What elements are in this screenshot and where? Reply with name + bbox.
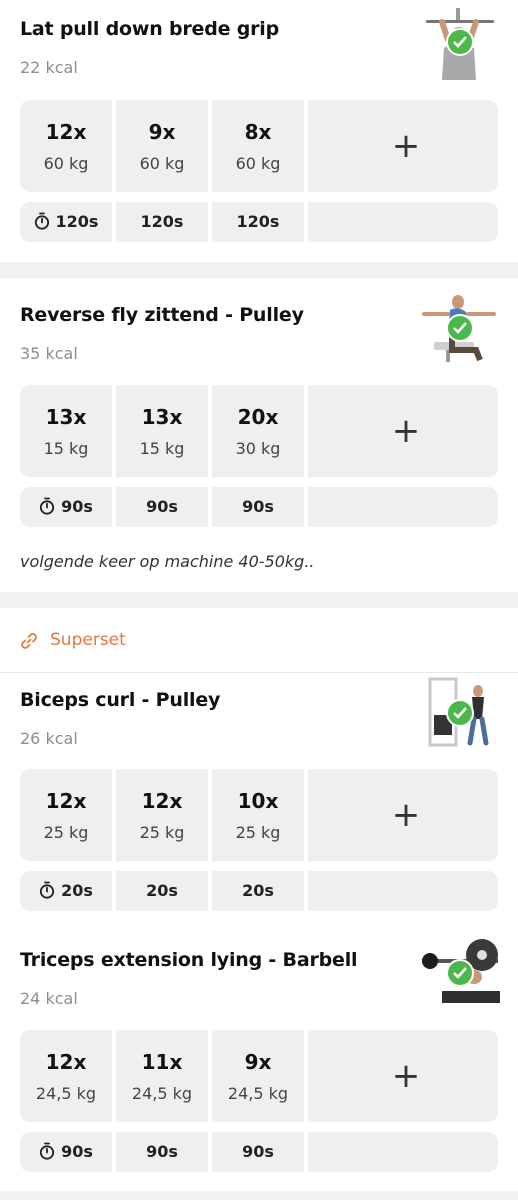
- sets-row: 13x 15 kg 13x 15 kg 20x 30 kg +: [20, 385, 498, 477]
- exercise-note[interactable]: volgende keer op machine 40-50kg..: [20, 552, 315, 571]
- exercise-kcal: 26 kcal: [20, 729, 78, 748]
- set-weight: 60 kg: [235, 154, 281, 173]
- set-cell[interactable]: 9x 24,5 kg: [212, 1030, 304, 1122]
- rest-time: 120s: [236, 212, 280, 231]
- rest-row: 120s 120s 120s: [20, 202, 498, 242]
- set-cell[interactable]: 20x 30 kg: [212, 385, 304, 477]
- exercise-title[interactable]: Reverse fly zittend - Pulley: [20, 304, 304, 326]
- set-weight: 15 kg: [43, 439, 89, 458]
- set-weight: 60 kg: [43, 154, 89, 173]
- set-reps: 20x: [237, 405, 279, 429]
- set-weight: 30 kg: [235, 439, 281, 458]
- rest-cell[interactable]: 20s: [212, 871, 304, 911]
- completed-check-icon: [446, 699, 474, 727]
- exercise-card: Lat pull down brede grip 22 kcal 12x 60 …: [0, 0, 518, 262]
- exercise-title[interactable]: Triceps extension lying - Barbell: [20, 949, 358, 971]
- rest-cell[interactable]: 20s: [116, 871, 208, 911]
- set-cell[interactable]: 12x 60 kg: [20, 100, 112, 192]
- set-weight: 24,5 kg: [131, 1084, 193, 1103]
- set-cell[interactable]: 12x 24,5 kg: [20, 1030, 112, 1122]
- set-cell[interactable]: 8x 60 kg: [212, 100, 304, 192]
- exercise-card: Reverse fly zittend - Pulley 35 kcal 13x…: [0, 278, 518, 592]
- rest-cell[interactable]: 120s: [20, 202, 112, 242]
- set-reps: 13x: [141, 405, 183, 429]
- rest-cell[interactable]: 20s: [20, 871, 112, 911]
- rest-time: 90s: [146, 497, 178, 516]
- completed-check-icon: [446, 314, 474, 342]
- set-weight: 25 kg: [235, 823, 281, 842]
- rest-cell[interactable]: 120s: [116, 202, 208, 242]
- exercise-title[interactable]: Lat pull down brede grip: [20, 18, 279, 40]
- sets-row: 12x 25 kg 12x 25 kg 10x 25 kg +: [20, 769, 498, 861]
- superset-group: Biceps curl - Pulley 26 kcal 12x 25 kg 1…: [0, 673, 518, 1191]
- set-cell[interactable]: 13x 15 kg: [20, 385, 112, 477]
- rest-time: 90s: [61, 1142, 93, 1161]
- stopwatch-icon: [39, 497, 55, 515]
- completed-check-icon: [446, 959, 474, 987]
- superset-label: Superset: [50, 630, 126, 650]
- completed-check-icon: [446, 28, 474, 56]
- set-weight: 25 kg: [43, 823, 89, 842]
- workout-page: { "exercises": [ { "name": "Lat pull dow…: [0, 0, 518, 1200]
- rest-time: 20s: [61, 881, 93, 900]
- set-cell[interactable]: 12x 25 kg: [116, 769, 208, 861]
- rest-cell[interactable]: 90s: [212, 487, 304, 527]
- rest-cell[interactable]: 120s: [212, 202, 304, 242]
- set-weight: 24,5 kg: [227, 1084, 289, 1103]
- exercise-title[interactable]: Biceps curl - Pulley: [20, 689, 220, 711]
- superset-header: Superset: [0, 608, 518, 673]
- set-reps: 11x: [141, 1050, 183, 1074]
- rest-cell[interactable]: 90s: [20, 1132, 112, 1172]
- stopwatch-icon: [39, 881, 55, 899]
- rest-cell[interactable]: 90s: [20, 487, 112, 527]
- add-set-button[interactable]: +: [386, 411, 426, 451]
- rest-time: 120s: [55, 212, 99, 231]
- set-reps: 9x: [244, 1050, 272, 1074]
- rest-cell[interactable]: 90s: [212, 1132, 304, 1172]
- set-cell[interactable]: 9x 60 kg: [116, 100, 208, 192]
- set-reps: 12x: [45, 120, 87, 144]
- rest-time: 120s: [140, 212, 184, 231]
- exercise-kcal: 35 kcal: [20, 344, 78, 363]
- set-weight: 25 kg: [139, 823, 185, 842]
- set-reps: 12x: [45, 1050, 87, 1074]
- stopwatch-icon: [34, 212, 49, 230]
- set-reps: 12x: [45, 789, 87, 813]
- sets-row: 12x 60 kg 9x 60 kg 8x 60 kg +: [20, 100, 498, 192]
- rest-cell[interactable]: 90s: [116, 487, 208, 527]
- rest-time: 90s: [242, 497, 274, 516]
- set-weight: 15 kg: [139, 439, 185, 458]
- exercise-kcal: 24 kcal: [20, 989, 78, 1008]
- set-cell[interactable]: 13x 15 kg: [116, 385, 208, 477]
- set-reps: 13x: [45, 405, 87, 429]
- rest-time: 90s: [146, 1142, 178, 1161]
- set-reps: 8x: [244, 120, 272, 144]
- set-cell[interactable]: 11x 24,5 kg: [116, 1030, 208, 1122]
- rest-row: 20s 20s 20s: [20, 871, 498, 911]
- exercise-kcal: 22 kcal: [20, 58, 78, 77]
- rest-time: 90s: [61, 497, 93, 516]
- add-set-button[interactable]: +: [386, 795, 426, 835]
- set-weight: 60 kg: [139, 154, 185, 173]
- rest-time: 20s: [146, 881, 178, 900]
- add-set-button[interactable]: +: [386, 1056, 426, 1096]
- sets-row: 12x 24,5 kg 11x 24,5 kg 9x 24,5 kg +: [20, 1030, 498, 1122]
- set-reps: 10x: [237, 789, 279, 813]
- set-reps: 9x: [148, 120, 176, 144]
- set-cell[interactable]: 12x 25 kg: [20, 769, 112, 861]
- add-set-button[interactable]: +: [386, 126, 426, 166]
- set-cell[interactable]: 10x 25 kg: [212, 769, 304, 861]
- link-icon: [21, 633, 37, 649]
- set-weight: 24,5 kg: [35, 1084, 97, 1103]
- rest-time: 90s: [242, 1142, 274, 1161]
- rest-row: 90s 90s 90s: [20, 487, 498, 527]
- set-reps: 12x: [141, 789, 183, 813]
- rest-time: 20s: [242, 881, 274, 900]
- rest-cell[interactable]: 90s: [116, 1132, 208, 1172]
- stopwatch-icon: [39, 1142, 55, 1160]
- rest-row: 90s 90s 90s: [20, 1132, 498, 1172]
